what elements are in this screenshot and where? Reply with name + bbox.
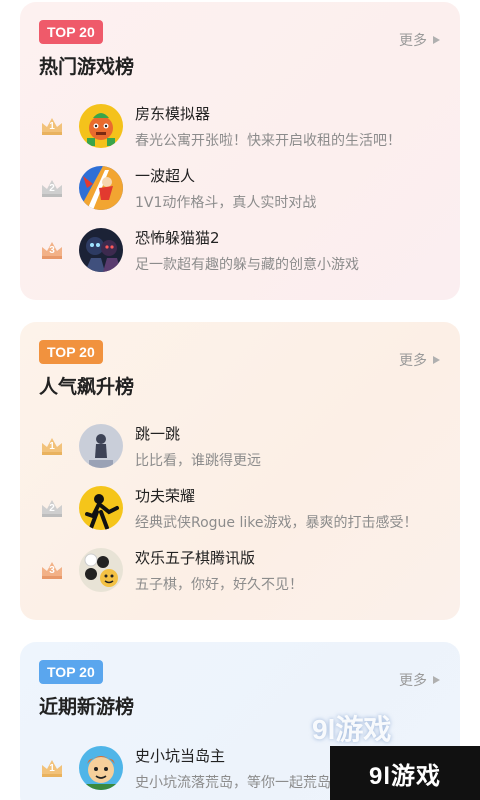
rank-gold-icon: 1 [40, 757, 64, 779]
rank-silver-icon: 2 [40, 177, 64, 199]
game-desc: 史小坑流落荒岛，等你一起荒岛 [135, 774, 331, 791]
chevron-right-icon [433, 36, 440, 44]
chevron-right-icon [433, 676, 440, 684]
section-title: 近期新游榜 [39, 696, 135, 718]
game-name: 恐怖躲猫猫2 [135, 228, 220, 247]
horror-hide-game-icon [79, 228, 123, 272]
game-desc: 春光公寓开张啦！快来开启收租的生活吧！ [135, 132, 401, 149]
more-link[interactable]: 更多 [399, 670, 440, 690]
more-label: 更多 [399, 353, 427, 369]
game-name: 欢乐五子棋腾讯版 [135, 548, 256, 567]
watermark-faint: 9l游戏 [312, 714, 392, 745]
jump-game-icon [79, 424, 123, 468]
hot-games-card: TOP 20 更多 热门游戏榜 1 房东模拟器 春光公寓开张啦！快来开启收租的生… [20, 2, 460, 300]
top20-badge: TOP 20 [39, 340, 103, 364]
chevron-right-icon [433, 356, 440, 364]
island-game-icon [79, 746, 123, 790]
game-desc: 足一款超有趣的躲与藏的创意小游戏 [135, 256, 359, 273]
game-desc: 比比看，谁跳得更远 [135, 452, 261, 469]
list-item[interactable]: 2 功夫荣耀 经典武侠Rogue like游戏，暴爽的打击感受！ [40, 482, 450, 534]
landlord-game-icon [79, 104, 123, 148]
superhero-game-icon [79, 166, 123, 210]
game-desc: 1V1动作格斗，真人实时对战 [135, 194, 317, 211]
game-desc: 经典武侠Rogue like游戏，暴爽的打击感受！ [135, 514, 418, 531]
rank-bronze-icon: 3 [40, 559, 64, 581]
top20-badge: TOP 20 [39, 660, 103, 684]
kungfu-game-icon [79, 486, 123, 530]
more-label: 更多 [399, 33, 427, 49]
list-item[interactable]: 3 恐怖躲猫猫2 足一款超有趣的躲与藏的创意小游戏 [40, 224, 450, 276]
rank-gold-icon: 1 [40, 115, 64, 137]
rank-gold-icon: 1 [40, 435, 64, 457]
game-name: 功夫荣耀 [135, 486, 196, 505]
list-item[interactable]: 1 房东模拟器 春光公寓开张啦！快来开启收租的生活吧！ [40, 100, 450, 152]
section-title: 人气飙升榜 [39, 376, 135, 398]
list-item[interactable]: 3 欢乐五子棋腾讯版 五子棋，你好，好久不见！ [40, 544, 450, 596]
list-item[interactable]: 1 跳一跳 比比看，谁跳得更远 [40, 420, 450, 472]
rank-silver-icon: 2 [40, 497, 64, 519]
rising-games-card: TOP 20 更多 人气飙升榜 1 跳一跳 比比看，谁跳得更远 2 功夫荣耀 经… [20, 322, 460, 620]
game-name: 跳一跳 [135, 424, 181, 443]
top20-badge: TOP 20 [39, 20, 103, 44]
more-link[interactable]: 更多 [399, 350, 440, 370]
rank-bronze-icon: 3 [40, 239, 64, 261]
game-desc: 五子棋，你好，好久不见！ [135, 576, 303, 593]
game-name: 一波超人 [135, 166, 196, 185]
game-name: 史小坑当岛主 [135, 746, 226, 765]
more-link[interactable]: 更多 [399, 30, 440, 50]
more-label: 更多 [399, 673, 427, 689]
game-name: 房东模拟器 [135, 104, 211, 123]
watermark-logo: 9l游戏 [330, 746, 480, 800]
gomoku-game-icon [79, 548, 123, 592]
list-item[interactable]: 2 一波超人 1V1动作格斗，真人实时对战 [40, 162, 450, 214]
section-title: 热门游戏榜 [39, 56, 135, 78]
